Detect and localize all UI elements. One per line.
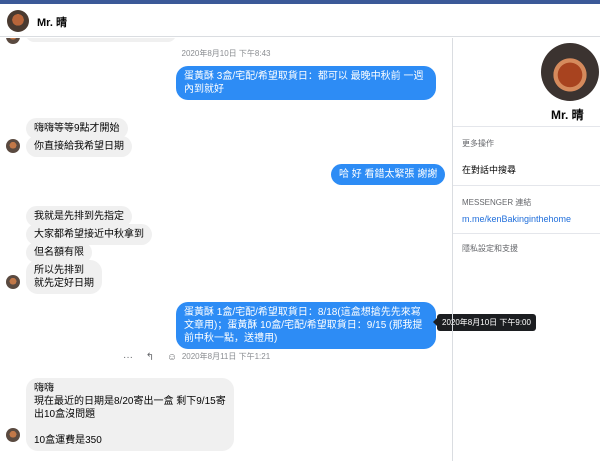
message-bubble-incoming[interactable]: 所以先排到 就先定好日期 [26, 260, 102, 294]
profile-name: Mr. 晴 [551, 108, 584, 122]
privacy-support[interactable]: 隱私設定和支援 [462, 243, 518, 254]
profile-picture[interactable] [541, 43, 599, 101]
divider [453, 126, 600, 127]
message-bubble-cut [26, 38, 176, 42]
contact-name[interactable]: Mr. 晴 [37, 14, 67, 30]
avatar [6, 38, 20, 44]
message-thread: 2020年8月10日 下午8:43 蛋黃酥 3盒/宅配/希望取貨日：都可以 最晚… [0, 38, 452, 461]
timestamp: 2020年8月10日 下午8:43 [181, 49, 271, 58]
message-bubble-outgoing[interactable]: 蛋黃酥 1盒/宅配/希望取貨日：8/18(這盒想搶先先來寫文章用)；蛋黃酥 10… [176, 302, 436, 349]
message-bubble-incoming[interactable]: 你直接給我希望日期 [26, 136, 132, 157]
search-in-conversation[interactable]: 在對話中搜尋 [462, 163, 516, 176]
message-bubble-outgoing[interactable]: 哈 好 看錯太緊張 謝謝 [331, 164, 446, 185]
avatar [6, 139, 20, 153]
timestamp: 2020年8月11日 下午1:21 [181, 352, 271, 361]
chat-header: Mr. 晴 [0, 4, 600, 37]
divider [453, 185, 600, 186]
messenger-link[interactable]: m.me/kenBakinginthehome [462, 214, 571, 224]
message-bubble-incoming[interactable]: 嗨嗨 現在最近的日期是8/20寄出一盒 剩下9/15寄出10盒沒問題 10盒運費… [26, 378, 234, 451]
section-label-messenger-link: MESSENGER 連結 [462, 198, 532, 207]
divider [453, 233, 600, 234]
avatar[interactable] [7, 10, 29, 32]
avatar [6, 275, 20, 289]
section-label-more-actions: 更多操作 [462, 139, 494, 148]
info-sidebar: Mr. 晴 更多操作 在對話中搜尋 MESSENGER 連結 m.me/kenB… [452, 38, 600, 461]
message-bubble-outgoing[interactable]: 蛋黃酥 3盒/宅配/希望取貨日：都可以 最晚中秋前 一週內到就好 [176, 66, 436, 100]
avatar [6, 428, 20, 442]
